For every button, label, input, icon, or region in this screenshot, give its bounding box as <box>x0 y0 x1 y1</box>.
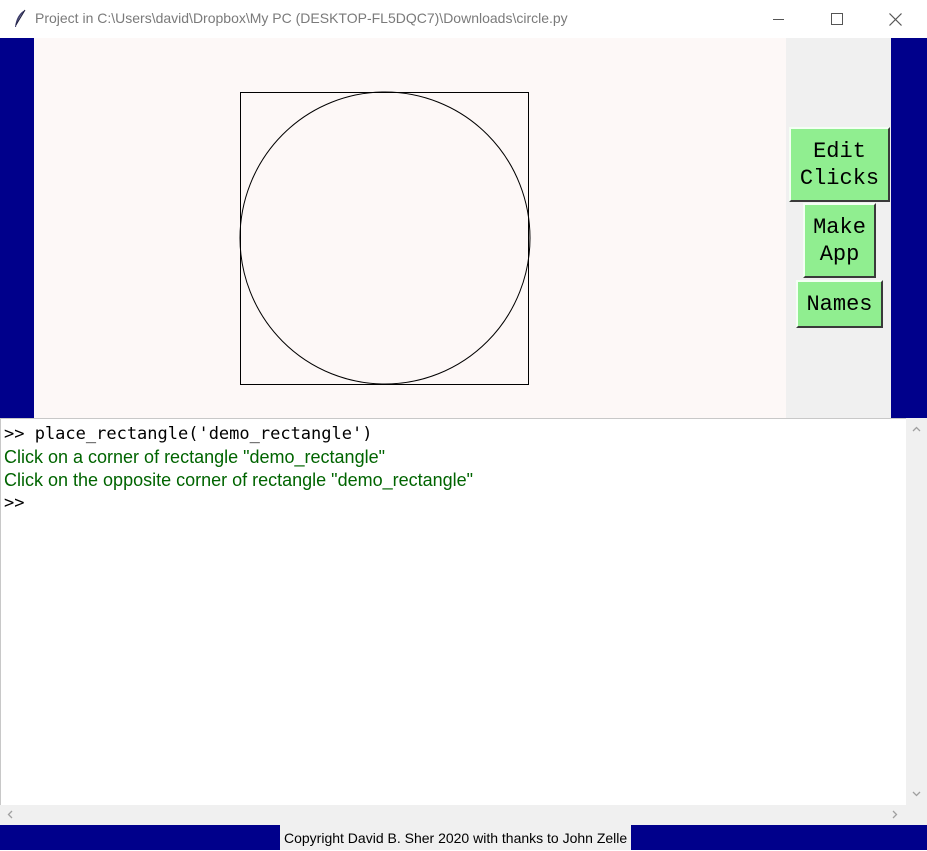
scroll-up-icon[interactable] <box>909 422 924 437</box>
drawing-canvas[interactable] <box>34 38 786 418</box>
demo-rectangle[interactable] <box>240 92 529 385</box>
console-command-line: >> place_rectangle('demo_rectangle') <box>4 424 373 444</box>
make-app-button[interactable]: Make App <box>803 203 876 278</box>
horizontal-scrollbar[interactable] <box>0 805 906 825</box>
circle[interactable] <box>239 91 531 385</box>
copyright-label: Copyright David B. Sher 2020 with thanks… <box>280 825 632 850</box>
window-title: Project in C:\Users\david\Dropbox\My PC … <box>35 10 568 26</box>
close-button[interactable] <box>866 0 924 38</box>
minimize-icon <box>773 19 784 20</box>
scroll-right-icon[interactable] <box>887 807 902 822</box>
footer-bar: Copyright David B. Sher 2020 with thanks… <box>0 825 927 850</box>
maximize-button[interactable] <box>808 0 866 38</box>
console-output-line: Click on the opposite corner of rectangl… <box>4 470 474 490</box>
edit-clicks-button[interactable]: Edit Clicks <box>789 127 890 202</box>
vertical-scrollbar[interactable] <box>906 418 927 805</box>
canvas-svg <box>239 91 531 385</box>
scroll-left-icon[interactable] <box>3 807 18 822</box>
console-output-line: Click on a corner of rectangle "demo_rec… <box>4 447 385 467</box>
maximize-icon <box>831 13 843 25</box>
graphics-frame: Edit Clicks Make App Names <box>0 38 927 418</box>
names-button[interactable]: Names <box>796 280 883 328</box>
button-panel: Edit Clicks Make App Names <box>786 38 891 418</box>
console-output[interactable]: >> place_rectangle('demo_rectangle') Cli… <box>0 418 906 805</box>
feather-icon <box>15 9 26 27</box>
scroll-down-icon[interactable] <box>909 786 924 801</box>
close-icon <box>888 12 902 26</box>
title-bar: Project in C:\Users\david\Dropbox\My PC … <box>0 0 927 38</box>
scrollbar-corner <box>906 805 927 825</box>
console-prompt[interactable]: >> <box>4 492 906 515</box>
minimize-button[interactable] <box>750 0 808 38</box>
